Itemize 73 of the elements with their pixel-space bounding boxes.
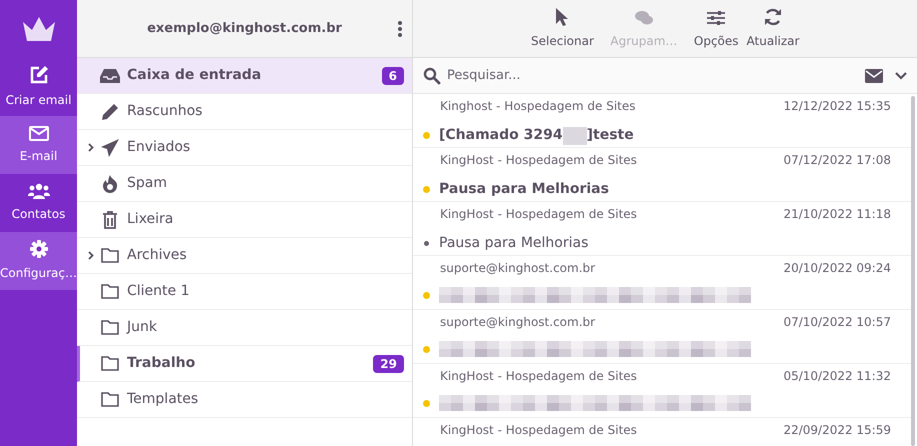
compose-icon [28,65,48,85]
folder-item[interactable]: Cliente 1 [77,274,412,310]
chevron-right-icon[interactable] [88,143,94,152]
gear-icon [30,240,48,258]
folder-icon [101,392,119,407]
message-date: 07/10/2022 10:57 [783,314,891,331]
unread-count-badge: 29 [373,354,404,372]
nav-item[interactable]: Criar email [0,58,77,116]
message-sender: KingHost - Hospedagem de Sites [440,206,637,223]
message-date: 12/12/2022 15:35 [783,98,891,115]
message-date: 20/10/2022 09:24 [783,260,891,277]
trash-icon [102,210,118,228]
toolbar-button[interactable]: Atualizar [744,8,802,50]
message-sender: KingHost - Hospedagem de Sites [440,368,637,385]
message-sender: suporte@kinghost.com.br [440,260,596,277]
folder-item[interactable]: Junk [77,310,412,346]
sliders-icon [707,10,726,26]
refresh-icon [764,8,782,26]
folder-icon [101,248,119,263]
mail-icon[interactable] [865,68,883,82]
toolbar-button[interactable]: Selecionar [529,8,596,50]
pencil-icon [101,102,119,120]
folder-item[interactable]: Lixeira [77,202,412,238]
folder-item[interactable]: Spam [77,166,412,202]
envelope-icon [28,126,48,140]
search-bar[interactable]: Pesquisar... [413,58,917,94]
nav-item[interactable]: Configuraç… [0,232,77,290]
flame-icon [102,174,118,192]
crown-logo-icon [20,16,56,42]
message-sender: suporte@kinghost.com.br [440,314,596,331]
folder-item[interactable]: Archives [77,238,412,274]
message-date: 05/10/2022 11:32 [783,368,891,385]
folder-item[interactable]: Caixa de entrada 6 [77,58,412,94]
folder-icon [101,356,119,371]
folder-item[interactable]: Enviados [77,130,412,166]
nav-item[interactable]: E-mail [0,116,77,174]
message-sender: KingHost - Hospedagem de Sites [440,422,637,439]
message-date: 07/12/2022 17:08 [783,152,891,169]
people-icon [28,183,50,199]
scrollbar[interactable] [911,96,915,446]
message-subject: ]teste [586,126,634,145]
paper-plane-icon [101,138,119,156]
message-row[interactable]: Kinghost - Hospedagem de Sites 12/12/2022 15:35 [Chamado 3294 ]teste [413,94,911,148]
more-options-icon[interactable] [398,20,402,38]
folder-item[interactable]: Templates [77,382,412,418]
folder-item[interactable]: Trabalho 29 [77,346,412,382]
message-date: 21/10/2022 11:18 [783,206,891,223]
account-email: exemplo@kinghost.com.br [147,20,342,38]
message-subject: [Chamado 3294 [439,126,563,145]
message-row[interactable]: KingHost - Hospedagem de Sites 21/10/2022 11:18 Pausa para Melhorias [413,202,911,256]
unread-count-badge: 6 [382,66,404,84]
nav-item[interactable]: Contatos [0,174,77,232]
folder-icon [101,320,119,335]
folder-icon [101,284,119,299]
folder-item[interactable]: Rascunhos [77,94,412,130]
message-row[interactable]: KingHost - Hospedagem de Sites 07/12/2022 17:08 Pausa para Melhorias [413,148,911,202]
message-sender: Kinghost - Hospedagem de Sites [440,98,636,115]
cursor-icon [555,8,570,26]
message-subject: Pausa para Melhorias [439,180,609,199]
message-row[interactable]: suporte@kinghost.com.br 07/10/2022 10:57 [413,310,911,364]
search-field[interactable]: Pesquisar... [447,66,859,86]
inbox-icon [100,68,120,84]
toolbar-button[interactable]: Opções [692,10,741,50]
message-subject: Pausa para Melhorias [439,234,588,253]
message-row[interactable]: suporte@kinghost.com.br 20/10/2022 09:24 [413,256,911,310]
chat-bubbles-icon [634,10,654,26]
redacted-text [562,126,587,144]
chevron-down-icon[interactable] [895,72,907,80]
chevron-right-icon[interactable] [88,251,94,260]
message-row[interactable]: KingHost - Hospedagem de Sites 05/10/2022 11:32 [413,364,911,418]
message-sender: KingHost - Hospedagem de Sites [440,152,637,169]
message-date: 22/09/2022 15:59 [783,422,891,439]
search-icon [423,66,441,84]
